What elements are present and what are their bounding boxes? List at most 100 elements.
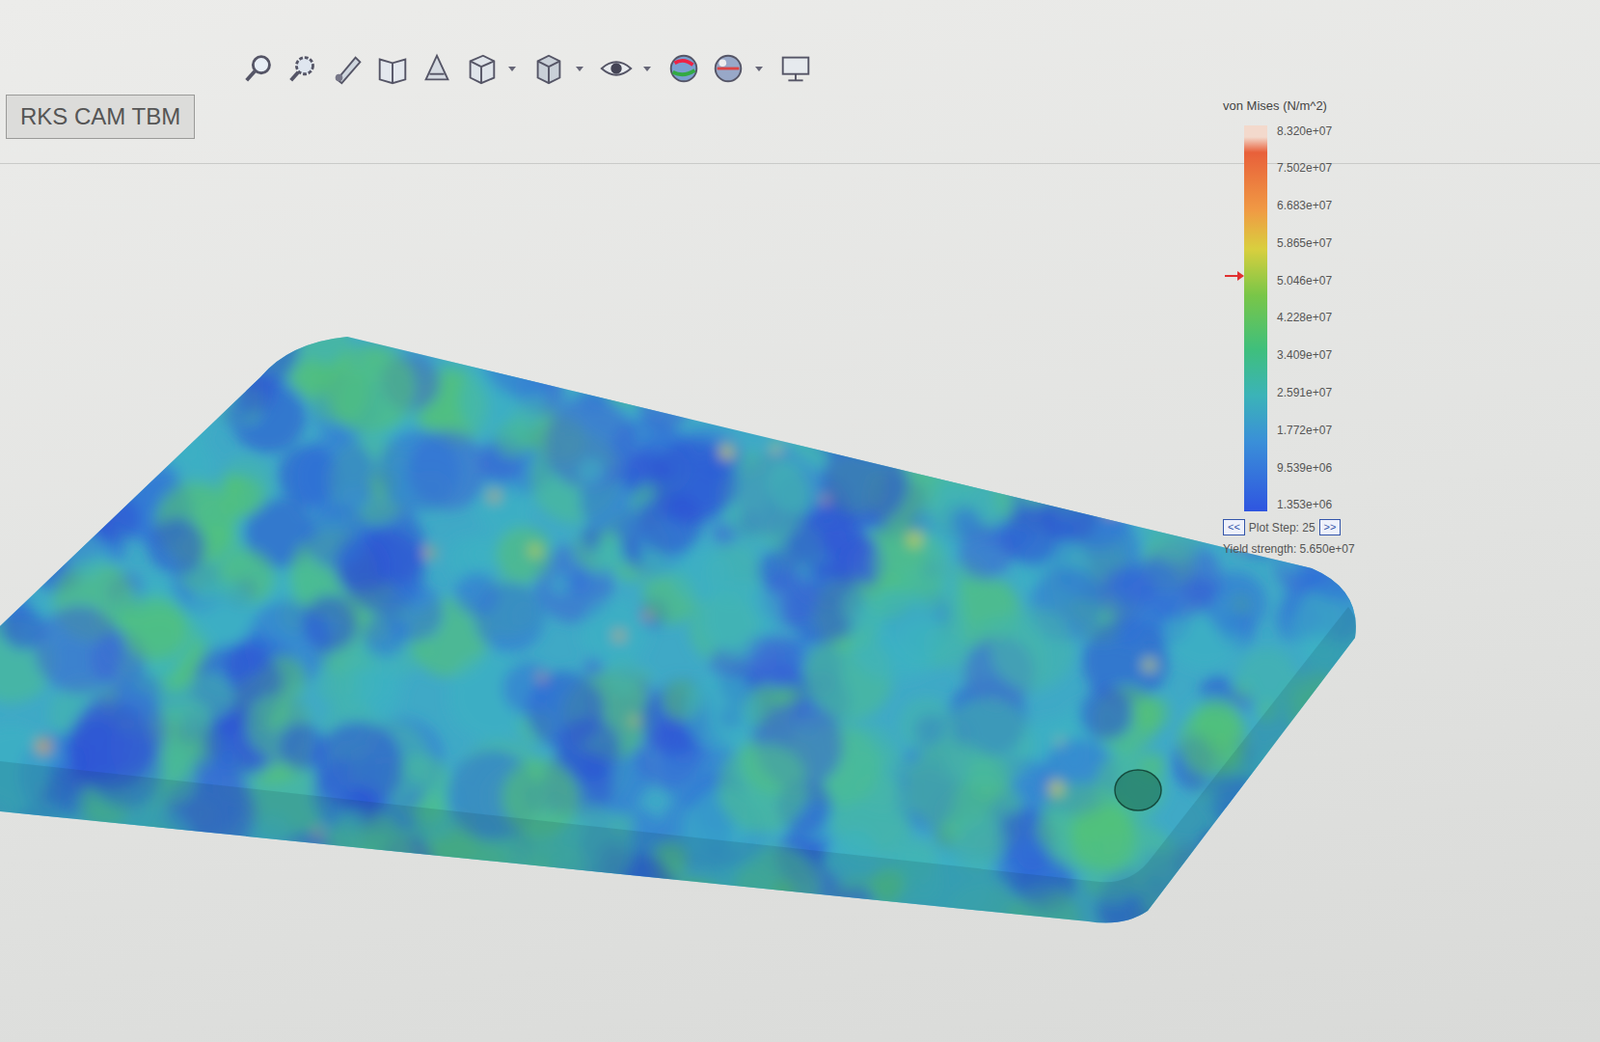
stress-blob xyxy=(883,379,924,421)
stress-blob xyxy=(1009,295,1089,375)
stress-blob xyxy=(129,363,166,401)
monitor-icon[interactable] xyxy=(777,50,814,87)
mount-hole xyxy=(1114,769,1162,811)
stress-blob xyxy=(93,446,146,499)
stress-blob xyxy=(1189,506,1217,534)
plot-step-label: Plot Step: 25 xyxy=(1248,518,1316,537)
stress-blob xyxy=(1270,782,1295,807)
legend-title: von Mises (N/m^2) xyxy=(1222,96,1571,116)
command-area: RKS CAM TBM xyxy=(0,0,1600,164)
stress-blob xyxy=(1044,297,1136,388)
command-tab[interactable]: RKS CAM TBM xyxy=(5,94,195,139)
stress-blob xyxy=(824,346,897,419)
stress-blob xyxy=(34,862,60,888)
stress-blob xyxy=(789,323,877,410)
yield-strength-label: Yield strength: 5.650e+07 xyxy=(1222,540,1571,558)
color-scale-bar xyxy=(1244,125,1268,512)
stress-blob xyxy=(108,834,154,880)
stress-blob xyxy=(903,374,965,435)
stress-blob xyxy=(580,526,603,549)
stress-blob xyxy=(577,459,605,487)
stress-blob xyxy=(192,294,268,369)
stress-hotspot xyxy=(1057,737,1063,744)
stress-blob xyxy=(949,813,1008,872)
section-view-icon[interactable] xyxy=(462,50,500,87)
stress-blob xyxy=(135,330,170,366)
next-step-button[interactable]: >> xyxy=(1319,518,1342,535)
sketch-icon[interactable] xyxy=(329,50,367,87)
stress-blob xyxy=(0,327,41,401)
stress-blob xyxy=(283,845,309,871)
stress-blob xyxy=(1096,413,1182,499)
prev-step-button[interactable]: << xyxy=(1222,518,1246,535)
stress-plot[interactable] xyxy=(0,163,1600,1041)
stress-blob xyxy=(717,741,809,833)
stress-blob xyxy=(579,378,611,409)
stress-hotspot xyxy=(424,546,435,558)
dropdown-caret-icon[interactable] xyxy=(642,63,652,74)
hide-show-icon[interactable] xyxy=(597,50,635,87)
stress-blob xyxy=(950,507,980,537)
appearance-icon[interactable] xyxy=(665,50,703,87)
scene-icon[interactable] xyxy=(709,50,747,87)
stress-blob xyxy=(898,331,961,394)
stress-blob xyxy=(580,598,649,667)
stress-blob xyxy=(237,332,275,371)
stress-blob xyxy=(455,571,499,616)
stress-blob xyxy=(3,352,29,379)
stress-blob xyxy=(1302,703,1357,758)
stress-blob xyxy=(639,491,703,555)
stress-blob xyxy=(714,324,738,348)
stress-blob xyxy=(325,881,380,936)
stress-blob xyxy=(85,836,122,872)
stress-blob xyxy=(1342,370,1368,396)
stress-blob xyxy=(221,472,244,494)
book-icon[interactable] xyxy=(374,50,411,87)
stress-blob xyxy=(1337,377,1369,408)
stress-blob xyxy=(180,444,216,480)
stress-blob xyxy=(226,329,249,353)
stress-blob xyxy=(0,351,55,410)
stress-blob xyxy=(751,307,840,396)
view-orientation-icon[interactable] xyxy=(530,50,568,87)
scale-tick: 1.772e+07 xyxy=(1276,424,1332,436)
stress-blob xyxy=(1220,800,1279,859)
stress-blob xyxy=(813,415,853,455)
stress-hotspot xyxy=(25,494,34,504)
stress-blob xyxy=(197,887,254,944)
stress-blob xyxy=(1315,680,1346,711)
stress-blob xyxy=(1036,314,1108,385)
stress-blob xyxy=(1055,427,1078,450)
stress-blob xyxy=(440,299,505,364)
stress-blob xyxy=(1242,799,1315,872)
zoom-icon[interactable] xyxy=(241,50,278,87)
stress-blob xyxy=(1197,378,1283,463)
graphics-area[interactable] xyxy=(0,163,1600,1041)
dropdown-caret-icon[interactable] xyxy=(507,63,517,74)
scale-tick: 2.591e+07 xyxy=(1276,386,1332,399)
stress-blob xyxy=(1145,380,1208,443)
stress-blob xyxy=(722,389,743,410)
stress-blob xyxy=(1280,745,1328,792)
dropdown-caret-icon[interactable] xyxy=(574,63,585,74)
stress-hotspot xyxy=(643,611,651,620)
stress-blob xyxy=(1124,406,1158,440)
stress-blob xyxy=(158,899,184,925)
stress-blob xyxy=(8,433,64,489)
stress-blob xyxy=(1290,776,1340,826)
stress-blob xyxy=(823,369,906,452)
scale-tick: 7.502e+07 xyxy=(1276,162,1332,174)
stress-blob xyxy=(1107,352,1194,439)
scale-tick: 8.320e+07 xyxy=(1276,125,1332,137)
dropdown-caret-icon[interactable] xyxy=(754,63,764,74)
stress-blob xyxy=(70,842,91,864)
stress-blob xyxy=(942,697,1034,789)
zoom-area-icon[interactable] xyxy=(285,50,323,87)
stress-blob xyxy=(995,427,1043,475)
stress-blob xyxy=(331,673,359,701)
scale-ticks: 8.320e+077.502e+076.683e+075.865e+075.04… xyxy=(1276,125,1332,512)
stress-blobs xyxy=(0,290,1399,966)
stress-blob xyxy=(703,315,764,377)
measure-icon[interactable] xyxy=(418,50,456,87)
stress-hotspot xyxy=(529,544,542,557)
